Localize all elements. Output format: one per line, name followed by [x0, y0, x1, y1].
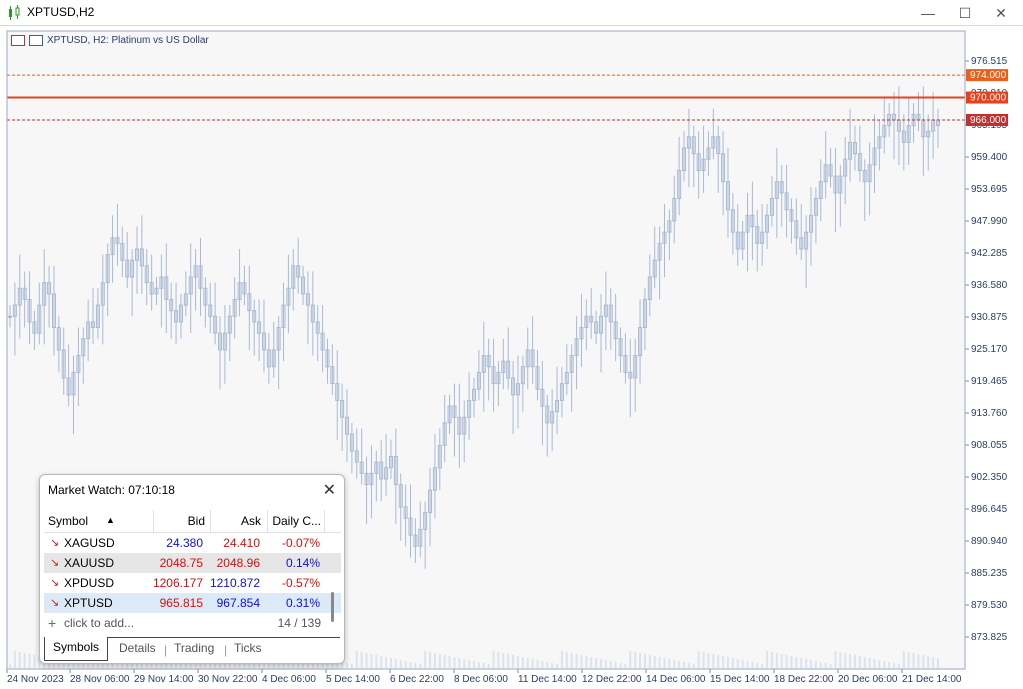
arrow-down-icon: ↘ [50, 557, 60, 569]
close-icon: ✕ [322, 482, 336, 499]
x-tick-label: 14 Dec 06:00 [646, 674, 706, 685]
row-change: 0.14% [285, 556, 320, 570]
x-tick-label: 20 Dec 06:00 [838, 674, 898, 685]
column-daily-change[interactable]: Daily C... [272, 514, 321, 528]
x-tick-label: 11 Dec 14:00 [518, 674, 577, 685]
market-watch-panel[interactable]: Market Watch: 07:10:18 ✕ Symbol ▲ Bid As… [39, 474, 345, 664]
price-level-label: 966.000 [970, 115, 1007, 126]
y-tick-label: 976.515 [971, 56, 1008, 67]
chart-symbol-description: XPTUSD, H2: Platinum vs US Dollar [47, 35, 209, 46]
row-symbol: XAGUSD [64, 536, 115, 550]
price-level-label: 974.000 [970, 70, 1007, 81]
row-ask: 967.854 [216, 596, 260, 610]
y-tick-label: 919.465 [971, 376, 1008, 387]
plus-icon: + [48, 615, 57, 631]
y-tick-label: 930.875 [971, 312, 1008, 323]
table-row[interactable]: ↘ XAUUSD 2048.75 2048.96 0.14% [44, 553, 341, 573]
row-symbol: XAUUSD [64, 556, 115, 570]
x-tick-label: 6 Dec 22:00 [390, 674, 444, 685]
tab-ticks[interactable]: Ticks [234, 641, 262, 655]
y-tick-label: 885.235 [971, 568, 1008, 579]
y-tick-label: 936.580 [971, 280, 1008, 291]
y-tick-label: 879.530 [971, 600, 1008, 611]
tab-symbols[interactable]: Symbols [44, 637, 109, 661]
arrow-down-icon: ↘ [50, 577, 60, 589]
market-watch-table: Symbol ▲ Bid Ask Daily C... ↘ XAGUSD 24.… [44, 510, 341, 633]
table-header: Symbol ▲ Bid Ask Daily C... [44, 510, 341, 533]
chart-settings-icon[interactable] [29, 35, 43, 46]
row-bid: 24.380 [166, 536, 203, 550]
x-tick-label: 15 Dec 14:00 [710, 674, 770, 685]
row-bid: 1206.177 [152, 576, 203, 590]
y-tick-label: 942.285 [971, 248, 1008, 259]
table-row[interactable]: ↘ XPDUSD 1206.177 1210.872 -0.57% [44, 573, 341, 593]
x-tick-label: 29 Nov 14:00 [134, 674, 194, 685]
row-bid: 965.815 [159, 596, 203, 610]
y-tick-label: 925.170 [971, 344, 1008, 355]
row-ask: 2048.96 [216, 556, 260, 570]
x-tick-label: 18 Dec 22:00 [774, 674, 834, 685]
row-symbol: XPDUSD [64, 576, 115, 590]
row-change: -0.07% [281, 536, 320, 550]
row-symbol: XPTUSD [64, 596, 113, 610]
x-tick-label: 5 Dec 14:00 [326, 674, 380, 685]
row-ask: 24.410 [223, 536, 260, 550]
y-tick-label: 953.695 [971, 184, 1008, 195]
row-bid: 2048.75 [159, 556, 203, 570]
sort-ascending-icon: ▲ [106, 515, 115, 525]
y-tick-label: 873.825 [971, 632, 1008, 643]
y-tick-label: 890.940 [971, 536, 1008, 547]
tab-trading[interactable]: Trading [174, 641, 214, 655]
column-bid[interactable]: Bid [188, 514, 205, 528]
y-tick-label: 947.990 [971, 216, 1008, 227]
x-tick-label: 12 Dec 22:00 [582, 674, 642, 685]
x-tick-label: 28 Nov 06:00 [70, 674, 130, 685]
y-tick-label: 908.055 [971, 440, 1008, 451]
price-level-label: 970.000 [970, 93, 1007, 104]
column-symbol[interactable]: Symbol [48, 514, 88, 528]
chart-list-icon[interactable] [11, 35, 25, 46]
x-tick-label: 30 Nov 22:00 [198, 674, 258, 685]
arrow-down-icon: ↘ [50, 537, 60, 549]
x-tick-label: 21 Dec 14:00 [902, 674, 962, 685]
y-tick-label: 902.350 [971, 472, 1008, 483]
scrollbar[interactable] [331, 592, 334, 622]
add-symbol-row[interactable]: + click to add... 14 / 139 [44, 613, 341, 633]
row-change: 0.31% [285, 596, 320, 610]
x-tick-label: 4 Dec 06:00 [262, 674, 316, 685]
x-tick-label: 8 Dec 06:00 [454, 674, 508, 685]
symbol-count: 14 / 139 [277, 616, 321, 630]
column-ask[interactable]: Ask [241, 514, 261, 528]
y-tick-label: 959.400 [971, 152, 1008, 163]
table-row[interactable]: ↘ XAGUSD 24.380 24.410 -0.07% [44, 533, 341, 553]
y-tick-label: 896.645 [971, 504, 1008, 515]
y-tick-label: 913.760 [971, 408, 1008, 419]
table-row[interactable]: ↘ XPTUSD 965.815 967.854 0.31% [44, 593, 341, 613]
add-symbol-label: click to add... [64, 616, 135, 630]
x-tick-label: 24 Nov 2023 [7, 674, 64, 685]
market-watch-close-button[interactable]: ✕ [323, 480, 336, 500]
row-ask: 1210.872 [209, 576, 260, 590]
market-watch-tabs: Symbols Details | Trading | Ticks [44, 637, 340, 661]
tab-details[interactable]: Details [119, 641, 156, 655]
row-change: -0.57% [281, 576, 320, 590]
candle-body [8, 315, 12, 318]
arrow-down-icon: ↘ [50, 597, 60, 609]
chart-header: XPTUSD, H2: Platinum vs US Dollar [11, 35, 209, 49]
market-watch-title: Market Watch: 07:10:18 [48, 483, 175, 497]
